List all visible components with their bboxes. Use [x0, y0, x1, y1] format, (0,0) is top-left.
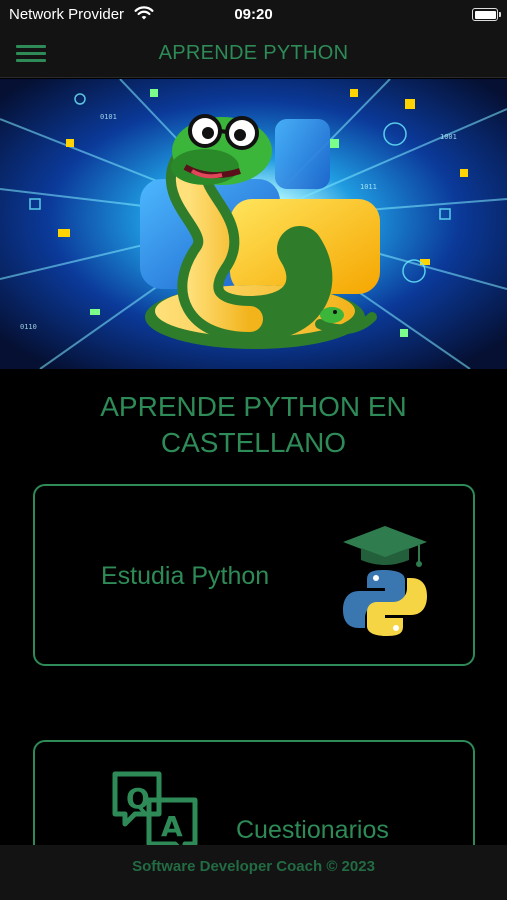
status-time: 09:20 [234, 6, 273, 23]
study-python-card[interactable]: Estudia Python [33, 484, 475, 666]
python-graduation-cap-icon [343, 526, 427, 636]
svg-text:0101: 0101 [100, 113, 117, 121]
svg-text:A: A [161, 810, 183, 843]
python-snake-illustration: 0101 1011 0110 1001 [0, 79, 507, 369]
battery-icon [472, 8, 498, 21]
svg-text:1001: 1001 [440, 133, 457, 141]
app-bar: APRENDE PYTHON [0, 30, 507, 78]
status-bar: Network Provider 09:20 [0, 0, 507, 30]
page-headline: APRENDE PYTHON EN CASTELLANO [0, 389, 507, 461]
svg-text:0110: 0110 [20, 323, 37, 331]
battery-tip [499, 12, 501, 17]
svg-text:1011: 1011 [360, 183, 377, 191]
footer: Software Developer Coach © 2023 [0, 845, 507, 900]
hero-image: 0101 1011 0110 1001 [0, 79, 507, 369]
svg-text:Q: Q [126, 782, 150, 815]
study-python-label: Estudia Python [101, 562, 270, 590]
quizzes-label: Cuestionarios [236, 816, 389, 844]
app-title: APRENDE PYTHON [158, 42, 349, 64]
headline-line-1: APRENDE PYTHON EN [100, 391, 407, 422]
headline-line-2: CASTELLANO [160, 427, 347, 458]
footer-copyright: Software Developer Coach © 2023 [132, 858, 375, 875]
